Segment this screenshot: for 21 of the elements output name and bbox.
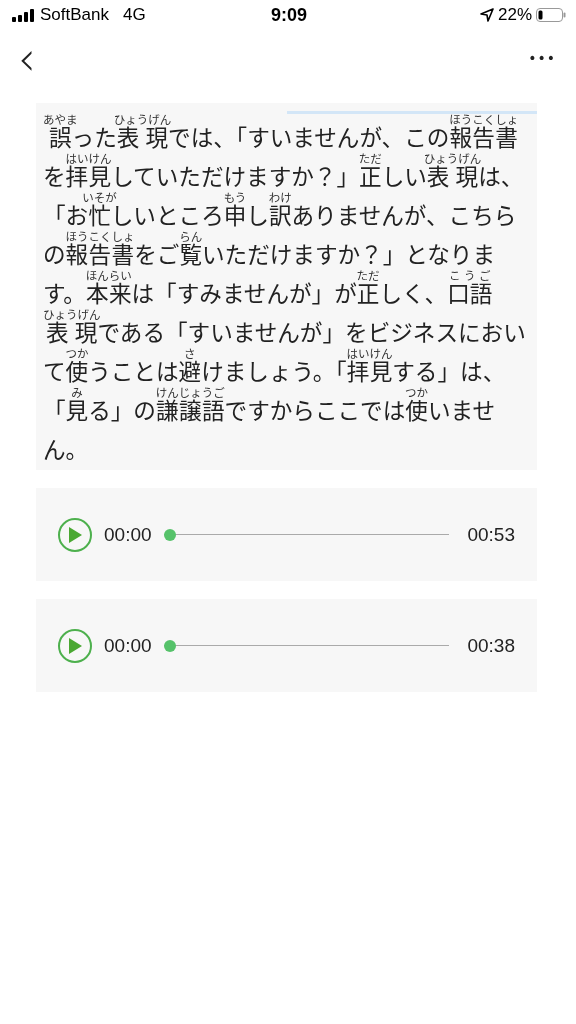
network-type: 4G — [123, 5, 146, 25]
carrier-name: SoftBank — [40, 5, 109, 25]
clock-time: 9:09 — [271, 4, 307, 26]
location-arrow-icon — [479, 8, 494, 22]
current-time: 00:00 — [104, 634, 152, 657]
back-button[interactable]: ‹ — [18, 33, 36, 83]
play-icon — [68, 526, 82, 543]
battery-percent: 22% — [497, 5, 532, 25]
seek-slider[interactable] — [163, 528, 450, 541]
slider-thumb[interactable] — [163, 528, 176, 541]
slider-thumb[interactable] — [163, 639, 176, 652]
duration-time: 00:38 — [467, 634, 515, 657]
play-button[interactable] — [58, 628, 92, 663]
battery-icon — [536, 8, 566, 22]
duration-time: 00:53 — [467, 523, 515, 546]
current-time: 00:00 — [104, 523, 152, 546]
signal-icon — [12, 8, 34, 22]
play-icon — [68, 637, 82, 654]
play-button[interactable] — [58, 517, 92, 552]
more-button[interactable]: ••• — [528, 51, 556, 65]
seek-slider[interactable] — [163, 639, 450, 652]
